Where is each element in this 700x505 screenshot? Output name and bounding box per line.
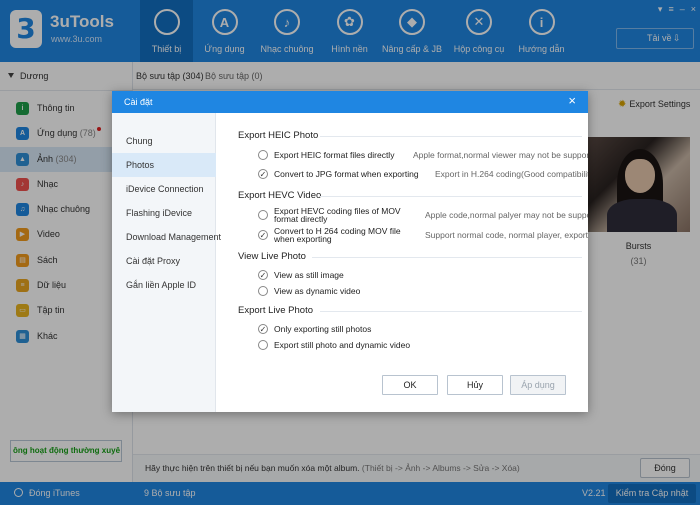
radio-heic-jpg[interactable]: ✓ <box>258 169 268 179</box>
settings-menu-item-2[interactable]: iDevice Connection <box>112 177 216 201</box>
settings-menu-item-0[interactable]: Chung <box>112 129 216 153</box>
settings-menu: Chung Photos iDevice Connection Flashing iD… <box>112 129 221 297</box>
section-title-heic: Export HEIC Photo <box>238 130 319 141</box>
radio-heic-direct[interactable] <box>258 150 268 160</box>
dialog-close-icon[interactable]: × <box>568 91 576 111</box>
photos-settings-panel: Export HEIC Photo Export HEIC format fil… <box>238 130 588 350</box>
settings-menu-item-3[interactable]: Flashing iDevice <box>112 201 216 225</box>
cancel-button[interactable]: Hủy <box>447 375 503 395</box>
settings-menu-item-6[interactable]: Gắn liền Apple ID <box>112 273 216 297</box>
radio-hevc-h264[interactable]: ✓ <box>258 230 268 240</box>
radio-view-dynamic[interactable] <box>258 286 268 296</box>
radio-view-still[interactable]: ✓ <box>258 270 268 280</box>
radio-export-both[interactable] <box>258 340 268 350</box>
dialog-sidebar: Chung Photos iDevice Connection Flashing iD… <box>112 113 221 412</box>
settings-menu-item-1[interactable]: Photos <box>112 153 216 177</box>
dialog-title: Cài đặt <box>124 97 153 107</box>
ok-button[interactable]: OK <box>382 375 438 395</box>
settings-menu-item-5[interactable]: Cài đặt Proxy <box>112 249 216 273</box>
radio-hevc-direct[interactable] <box>258 210 268 220</box>
section-title-hevc: Export HEVC Video <box>238 190 322 201</box>
apply-button[interactable]: Áp dụng <box>510 375 566 395</box>
settings-menu-item-4[interactable]: Download Management <box>112 225 221 249</box>
section-title-export-live: Export Live Photo <box>238 305 313 316</box>
dialog-title-bar: Cài đặt × <box>112 91 588 113</box>
settings-dialog: Cài đặt × Chung Photos iDevice Connection F… <box>112 91 588 412</box>
section-title-view-live: View Live Photo <box>238 251 306 262</box>
radio-export-still[interactable]: ✓ <box>258 324 268 334</box>
